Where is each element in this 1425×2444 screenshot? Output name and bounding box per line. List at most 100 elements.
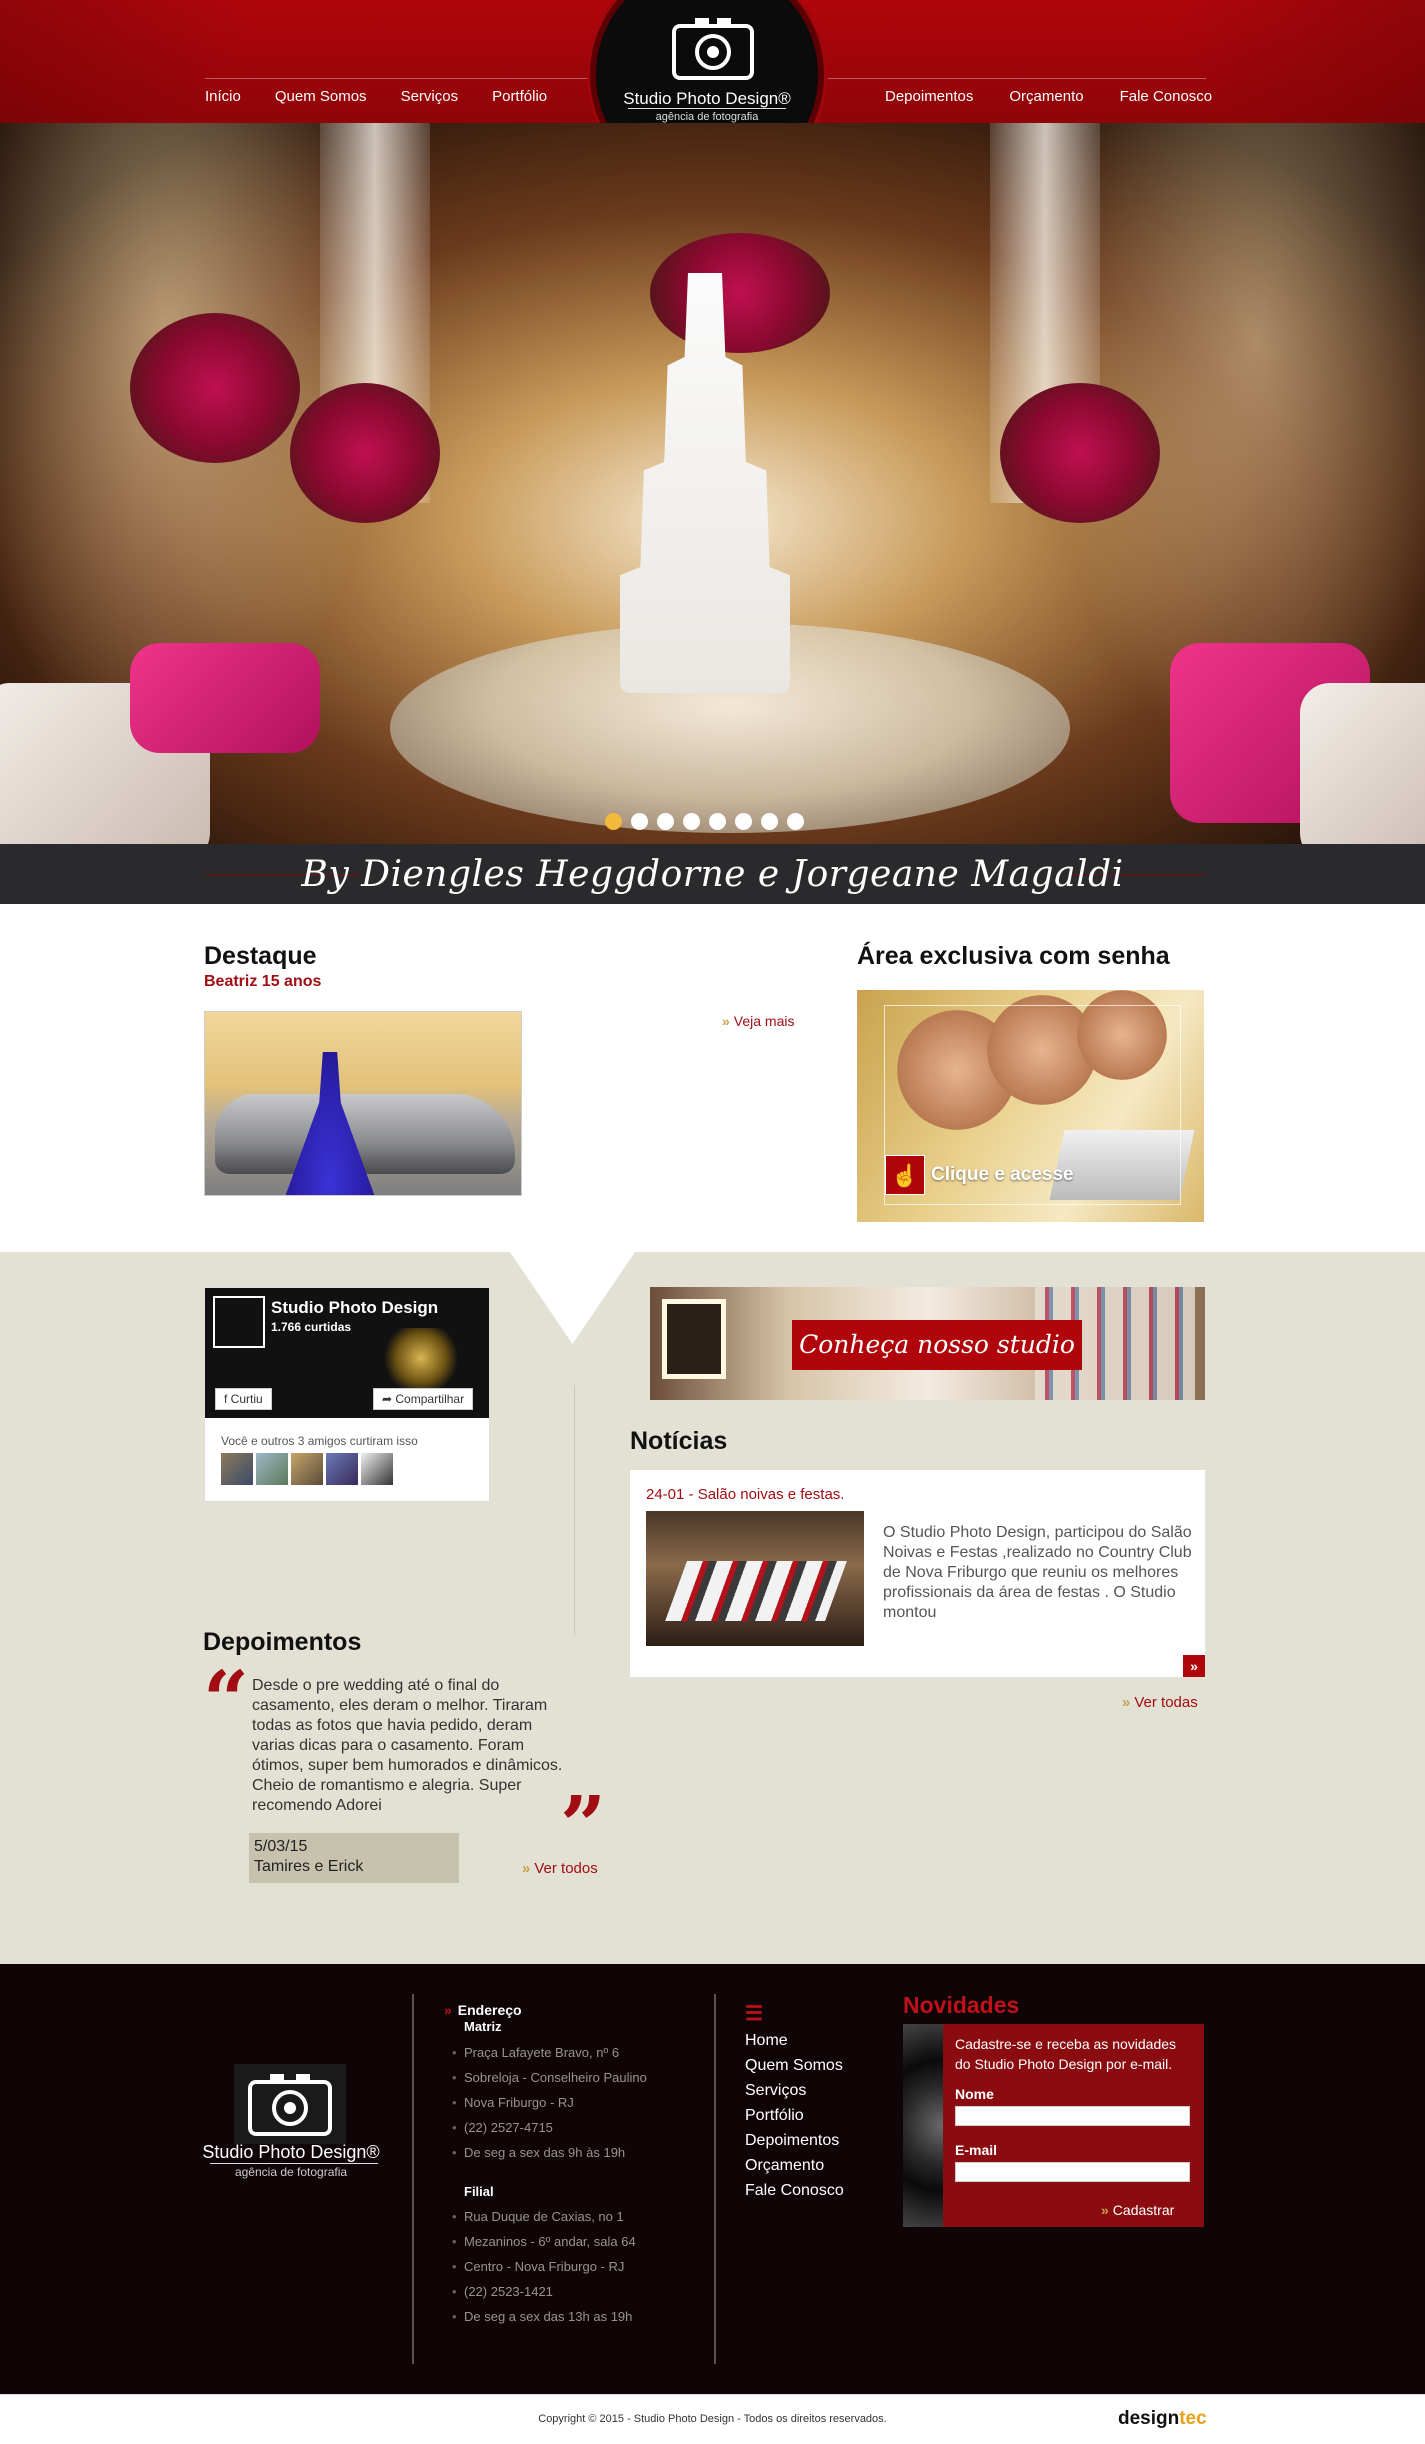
avatar[interactable] — [256, 1453, 288, 1485]
camera-lens-image — [903, 2024, 943, 2227]
nav-quem-somos[interactable]: Quem Somos — [275, 88, 367, 105]
facebook-cover[interactable]: Studio Photo Design 1.766 curtidas f Cur… — [205, 1288, 489, 1418]
nav-orcamento[interactable]: Orçamento — [1009, 88, 1083, 105]
area-cta-label: Clique e acesse — [931, 1164, 1074, 1185]
byline-bar: By Diengles Heggdorne e Jorgeane Magaldi — [0, 844, 1425, 904]
slider-dot[interactable] — [787, 813, 804, 830]
double-chevron-icon: » — [522, 1860, 531, 1877]
footer-menu-servicos[interactable]: Serviços — [745, 2078, 844, 2103]
footer-menu-portfolio[interactable]: Portfólio — [745, 2103, 844, 2128]
footer-menu-quem-somos[interactable]: Quem Somos — [745, 2053, 844, 2078]
nav-fale-conosco[interactable]: Fale Conosco — [1120, 88, 1213, 105]
hero-byline: By Diengles Heggdorne e Jorgeane Magaldi — [301, 854, 1124, 895]
slider-dot[interactable] — [631, 813, 648, 830]
share-icon: ➦ — [382, 1392, 396, 1406]
newsletter-intro: Cadastre-se e receba as novidades do Stu… — [955, 2036, 1177, 2072]
filial-address: Rua Duque de Caxias, no 1 Mezaninos - 6º… — [452, 2204, 636, 2329]
studio-banner-label: Conheça nosso studio — [792, 1320, 1082, 1370]
slider-dot[interactable] — [657, 813, 674, 830]
facebook-page-avatar — [213, 1296, 265, 1348]
facebook-icon: f — [224, 1392, 231, 1406]
testimonial-text: Desde o pre wedding até o final do casam… — [252, 1677, 563, 1814]
address-heading-label: Endereço — [457, 2002, 522, 2018]
double-chevron-icon: » — [722, 1013, 730, 1029]
rings-image — [385, 1328, 475, 1388]
menu-icon: ☰ — [745, 2003, 763, 2025]
footer-menu-fale-conosco[interactable]: Fale Conosco — [745, 2178, 844, 2203]
double-chevron-icon: » — [1101, 2202, 1109, 2218]
designtec-credit[interactable]: designtec — [1118, 2408, 1207, 2430]
slider-dot[interactable] — [683, 813, 700, 830]
address-line: Praça Lafayete Bravo, nº 6 — [452, 2040, 647, 2065]
area-cta[interactable]: ☝ Clique e acesse — [885, 1155, 1074, 1195]
testimonial-date: 5/03/15 — [254, 1838, 308, 1855]
noticias-title: Notícias — [630, 1427, 728, 1455]
logo-tagline: agência de fotografia — [655, 111, 759, 123]
footer-menu-orcamento[interactable]: Orçamento — [745, 2153, 844, 2178]
subscribe-label: Cadastrar — [1112, 2202, 1175, 2218]
slider-dot[interactable] — [761, 813, 778, 830]
facebook-friends-text: Você e outros 3 amigos curtiram isso — [221, 1434, 418, 1448]
copyright-bar: Copyright © 2015 - Studio Photo Design -… — [0, 2394, 1425, 2444]
address-line: Rua Duque de Caxias, no 1 — [452, 2204, 636, 2229]
facebook-widget: Studio Photo Design 1.766 curtidas f Cur… — [204, 1287, 490, 1502]
footer-logo-name: Studio Photo Design® — [202, 2142, 380, 2162]
filial-label: Filial — [464, 2184, 494, 2199]
destaque-title: Destaque — [204, 942, 317, 970]
facebook-likes: 1.766 curtidas — [271, 1320, 352, 1334]
double-chevron-icon: » — [444, 2002, 452, 2018]
address-line: (22) 2527-4715 — [452, 2115, 647, 2140]
address-line: Nova Friburgo - RJ — [452, 2090, 647, 2115]
destaque-subtitle[interactable]: Beatriz 15 anos — [204, 973, 321, 991]
avatar[interactable] — [326, 1453, 358, 1485]
facebook-like-label: Curtiu — [230, 1392, 263, 1406]
footer-menu-home[interactable]: Home — [745, 2028, 844, 2053]
destaque-photo[interactable] — [204, 1011, 522, 1196]
nav-depoimentos[interactable]: Depoimentos — [885, 88, 973, 105]
avatar[interactable] — [221, 1453, 253, 1485]
read-more-icon[interactable]: » — [1183, 1655, 1205, 1677]
credit-part1: design — [1118, 2408, 1180, 2429]
email-field[interactable] — [955, 2162, 1190, 2182]
subscribe-button[interactable]: » Cadastrar — [1101, 2202, 1174, 2218]
ver-todos-link[interactable]: » Ver todos — [522, 1860, 598, 1877]
facebook-share-label: Compartilhar — [395, 1392, 465, 1406]
news-item: 24-01 - Salão noivas e festas. O Studio … — [630, 1470, 1205, 1677]
avatar[interactable] — [291, 1453, 323, 1485]
name-field[interactable] — [955, 2106, 1190, 2126]
address-line: De seg a sex das 9h às 19h — [452, 2140, 647, 2165]
nav-portfolio[interactable]: Portfólio — [492, 88, 547, 105]
nav-inicio[interactable]: Início — [205, 88, 241, 105]
main-nav-left: Início Quem Somos Serviços Portfólio — [205, 88, 581, 105]
camera-icon[interactable] — [234, 2064, 346, 2144]
copyright-text: Copyright © 2015 - Studio Photo Design -… — [538, 2413, 887, 2425]
hero-slider — [0, 123, 1425, 844]
slider-dot[interactable] — [709, 813, 726, 830]
news-photo[interactable] — [646, 1511, 864, 1646]
newsletter-title: Novidades — [903, 1992, 1020, 2018]
slider-dot[interactable] — [735, 813, 752, 830]
address-line: Centro - Nova Friburgo - RJ — [452, 2254, 636, 2279]
footer-menu: Home Quem Somos Serviços Portfólio Depoi… — [745, 2028, 844, 2203]
slider-dot[interactable] — [605, 813, 622, 830]
hand-pointer-icon: ☝ — [885, 1155, 925, 1195]
veja-mais-link[interactable]: » Veja mais — [722, 1013, 795, 1029]
credit-part2: tec — [1179, 2408, 1207, 2429]
news-title[interactable]: 24-01 - Salão noivas e festas. — [646, 1486, 844, 1503]
footer-menu-depoimentos[interactable]: Depoimentos — [745, 2128, 844, 2153]
testimonial-author: Tamires e Erick — [254, 1858, 364, 1875]
address-line: Mezaninos - 6º andar, sala 64 — [452, 2229, 636, 2254]
studio-banner[interactable]: Conheça nosso studio — [650, 1287, 1205, 1400]
facebook-like-button[interactable]: f Curtiu — [215, 1388, 272, 1410]
facebook-page-name[interactable]: Studio Photo Design — [271, 1298, 438, 1318]
area-exclusiva-banner[interactable]: ☝ Clique e acesse — [857, 990, 1204, 1222]
address-line: De seg a sex das 13h as 19h — [452, 2304, 636, 2329]
avatar[interactable] — [361, 1453, 393, 1485]
nav-servicos[interactable]: Serviços — [401, 88, 459, 105]
double-chevron-icon: » — [1122, 1694, 1131, 1711]
matriz-address: Praça Lafayete Bravo, nº 6 Sobreloja - C… — [452, 2040, 647, 2165]
matriz-label: Matriz — [464, 2019, 502, 2034]
ver-todas-link[interactable]: » Ver todas — [1122, 1694, 1198, 1711]
email-label: E-mail — [955, 2142, 998, 2158]
facebook-share-button[interactable]: ➦ Compartilhar — [373, 1388, 474, 1410]
